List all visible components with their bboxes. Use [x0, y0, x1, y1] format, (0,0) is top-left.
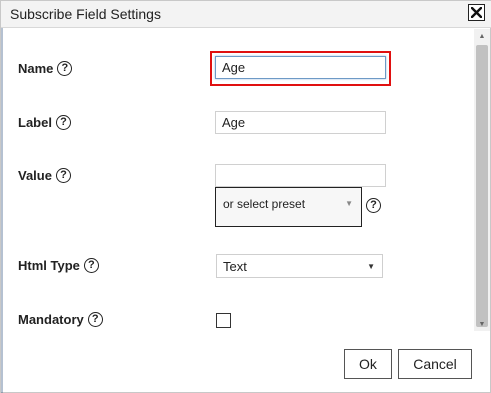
name-input[interactable]: Age: [215, 56, 386, 79]
help-icon[interactable]: ?: [55, 115, 71, 130]
mandatory-label: Mandatory ?: [18, 312, 103, 327]
chevron-down-icon: ▼: [345, 199, 353, 208]
html-type-label: Html Type ?: [18, 258, 99, 273]
help-icon[interactable]: ?: [55, 168, 71, 183]
preset-select-label: or select preset: [223, 197, 306, 211]
label-label: Label ?: [18, 115, 71, 130]
close-button[interactable]: [468, 4, 485, 21]
value-label: Value ?: [18, 168, 71, 183]
scroll-up-icon[interactable]: ▲: [474, 29, 490, 43]
dialog-title: Subscribe Field Settings: [10, 6, 161, 22]
name-label-text: Name: [18, 61, 54, 76]
help-icon[interactable]: ?: [83, 258, 99, 273]
subscribe-field-settings-dialog: Subscribe Field Settings Name ? Age Labe…: [0, 0, 491, 393]
label-input[interactable]: Age: [215, 111, 386, 134]
mandatory-checkbox[interactable]: [216, 313, 231, 328]
html-type-label-text: Html Type: [18, 258, 80, 273]
scroll-down-icon[interactable]: ▼: [474, 317, 490, 331]
html-type-selected: Text: [223, 258, 247, 274]
cancel-button[interactable]: Cancel: [398, 349, 472, 379]
scrollbar[interactable]: ▲ ▼: [474, 29, 490, 331]
label-label-text: Label: [18, 115, 52, 130]
help-icon[interactable]: ?: [366, 198, 381, 213]
help-icon[interactable]: ?: [57, 61, 73, 76]
ok-button[interactable]: Ok: [344, 349, 392, 379]
dialog-titlebar: Subscribe Field Settings: [1, 1, 491, 28]
close-icon: [471, 7, 482, 18]
scroll-thumb[interactable]: [476, 45, 488, 327]
value-label-text: Value: [18, 168, 52, 183]
html-type-select[interactable]: Text ▼: [216, 254, 383, 278]
left-edge-shadow: [1, 28, 3, 393]
name-label: Name ?: [18, 61, 73, 76]
preset-select[interactable]: or select preset ▼: [215, 187, 362, 227]
help-icon[interactable]: ?: [87, 312, 103, 327]
value-input[interactable]: [215, 164, 386, 187]
mandatory-label-text: Mandatory: [18, 312, 84, 327]
chevron-down-icon: ▼: [367, 262, 375, 271]
